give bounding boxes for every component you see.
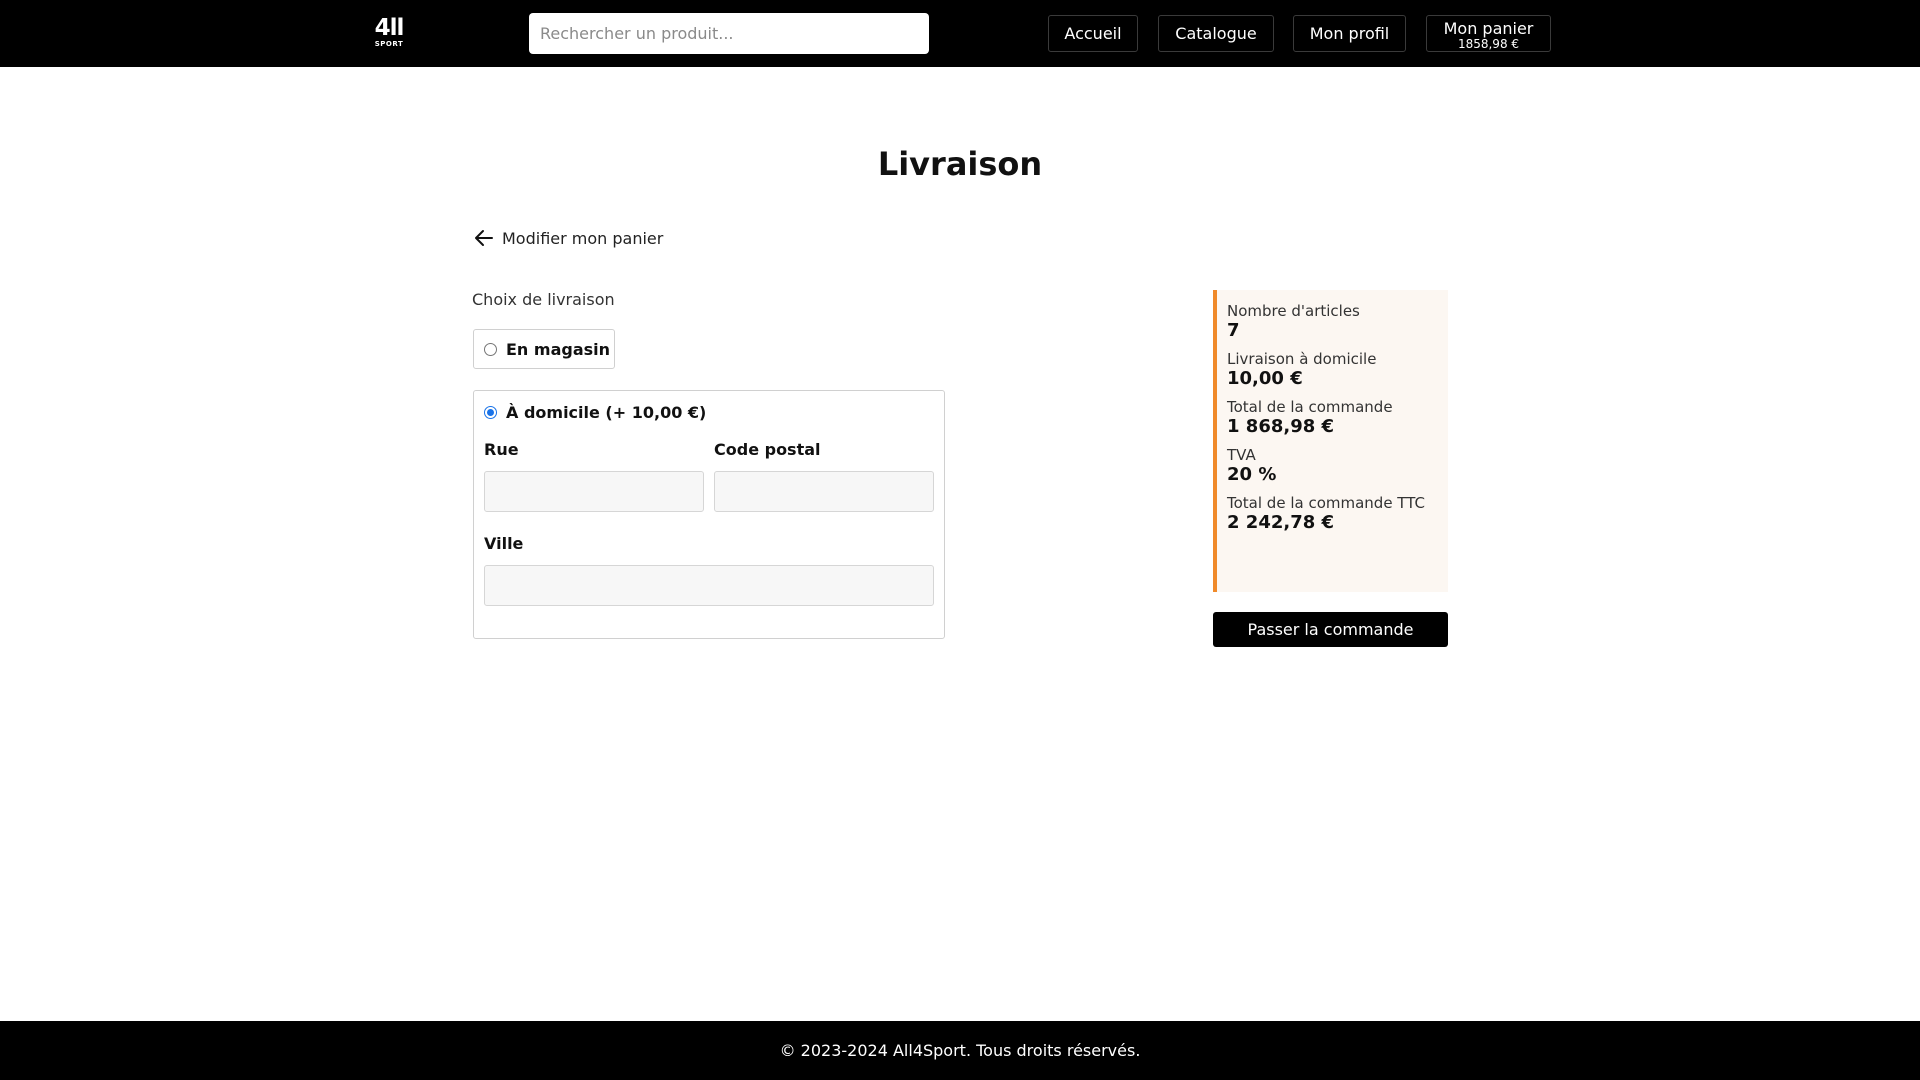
- summary-value: 1 868,98 €: [1227, 416, 1335, 437]
- modify-cart-link[interactable]: Modifier mon panier: [472, 226, 663, 250]
- summary-item-total-ttc: Total de la commande TTC 2 242,78 €: [1227, 495, 1448, 534]
- home-radio[interactable]: [484, 405, 497, 419]
- all4sport-logo[interactable]: 4ll SPORT: [372, 17, 406, 51]
- delivery-option-store[interactable]: En magasin: [473, 329, 615, 369]
- page-footer: © 2023-2024 All4Sport. Tous droits réser…: [0, 1021, 1920, 1080]
- summary-label: Livraison à domicile: [1227, 350, 1377, 368]
- order-summary: Nombre d'articles 7 Livraison à domicile…: [1213, 290, 1448, 592]
- search-input[interactable]: [529, 13, 929, 54]
- nav-home-button[interactable]: Accueil: [1048, 15, 1138, 52]
- summary-value: 10,00 €: [1227, 368, 1303, 389]
- place-order-button[interactable]: Passer la commande: [1213, 612, 1448, 647]
- street-input[interactable]: [484, 471, 704, 512]
- summary-label: Total de la commande TTC: [1227, 494, 1425, 512]
- postal-code-input[interactable]: [714, 471, 934, 512]
- summary-value: 7: [1227, 320, 1240, 341]
- postal-code-label: Code postal: [714, 440, 821, 459]
- summary-label: Total de la commande: [1227, 398, 1393, 416]
- top-navbar: 4ll SPORT Accueil Catalogue Mon profil M…: [0, 0, 1920, 67]
- city-label: Ville: [484, 534, 524, 553]
- summary-item-vat: TVA 20 %: [1227, 447, 1448, 486]
- summary-label: Nombre d'articles: [1227, 302, 1360, 320]
- nav-cart-label: Mon panier: [1443, 18, 1534, 38]
- modify-cart-label: Modifier mon panier: [502, 228, 664, 248]
- nav-home-label: Accueil: [1064, 24, 1122, 43]
- home-delivery-panel: À domicile (+ 10,00 €) Rue Code postal V…: [473, 390, 945, 639]
- logo-mark: 4ll: [374, 15, 405, 41]
- store-radio[interactable]: [484, 342, 497, 356]
- nav-catalog-button[interactable]: Catalogue: [1158, 15, 1274, 52]
- nav-cart-button[interactable]: Mon panier 1858,98 €: [1426, 15, 1551, 52]
- nav-profile-label: Mon profil: [1309, 24, 1390, 43]
- page-title: Livraison: [877, 145, 1043, 183]
- delivery-choice-label: Choix de livraison: [472, 290, 615, 309]
- cart-amount: 1858,98 €: [1457, 36, 1520, 51]
- nav-catalog-label: Catalogue: [1175, 24, 1257, 43]
- summary-label: TVA: [1227, 446, 1256, 464]
- arrow-left-icon: [475, 230, 493, 246]
- nav-profile-button[interactable]: Mon profil: [1293, 15, 1406, 52]
- summary-value: 20 %: [1227, 464, 1277, 485]
- summary-item-total: Total de la commande 1 868,98 €: [1227, 399, 1448, 438]
- summary-item-delivery: Livraison à domicile 10,00 €: [1227, 351, 1448, 390]
- logo-subtext: SPORT: [374, 40, 404, 48]
- store-option-label: En magasin: [506, 339, 611, 359]
- city-input[interactable]: [484, 565, 934, 606]
- summary-value: 2 242,78 €: [1227, 512, 1335, 533]
- delivery-option-home[interactable]: À domicile (+ 10,00 €): [484, 400, 706, 424]
- summary-item-count: Nombre d'articles 7: [1227, 303, 1448, 342]
- copyright-text: © 2023-2024 All4Sport. Tous droits réser…: [779, 1041, 1141, 1060]
- street-label: Rue: [484, 440, 519, 459]
- home-option-label: À domicile (+ 10,00 €): [506, 402, 707, 422]
